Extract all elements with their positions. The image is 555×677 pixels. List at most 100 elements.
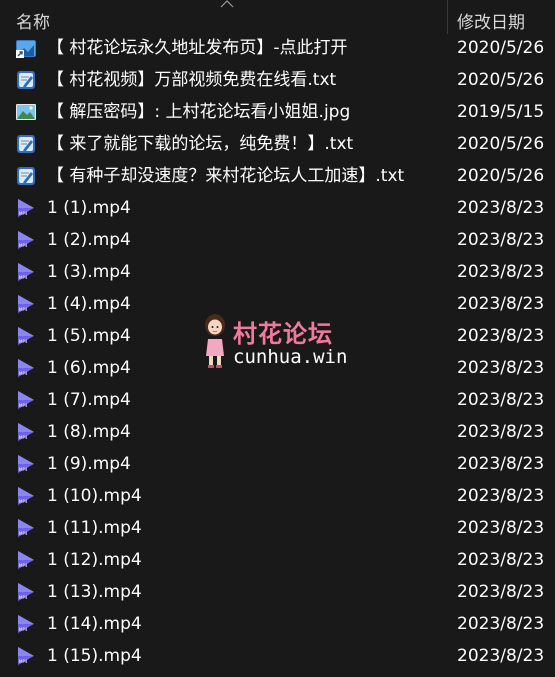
file-modified-date: 2020/5/26 bbox=[457, 134, 545, 154]
file-row[interactable]: MP4 1 (3).mp4 2023/8/23 bbox=[0, 256, 555, 288]
column-header-bar: 名称 修改日期 bbox=[0, 0, 555, 34]
file-row[interactable]: MP4 1 (15).mp4 2023/8/23 bbox=[0, 640, 555, 672]
file-modified-date: 2023/8/23 bbox=[457, 422, 545, 442]
file-modified-date: 2023/8/23 bbox=[457, 390, 545, 410]
file-modified-date: 2023/8/23 bbox=[457, 550, 545, 570]
file-modified-date: 2023/8/23 bbox=[457, 230, 545, 250]
file-name: 1 (9).mp4 bbox=[47, 454, 131, 474]
svg-text:MP4: MP4 bbox=[19, 467, 28, 472]
file-modified-date: 2023/8/23 bbox=[457, 294, 545, 314]
file-row[interactable]: MP4 1 (13).mp4 2023/8/23 bbox=[0, 576, 555, 608]
file-modified-date: 2023/8/23 bbox=[457, 454, 545, 474]
video-file-icon: MP4 bbox=[15, 485, 37, 507]
file-name: 1 (1).mp4 bbox=[47, 198, 131, 218]
file-row[interactable]: 【 有种子却没速度？来村花论坛人工加速】.txt 2020/5/26 bbox=[0, 160, 555, 192]
file-modified-date: 2019/5/15 bbox=[457, 102, 545, 122]
file-name: 1 (5).mp4 bbox=[47, 326, 131, 346]
video-file-icon: MP4 bbox=[15, 421, 37, 443]
svg-text:MP4: MP4 bbox=[19, 499, 28, 504]
site-watermark: 村花论坛 cunhua.win bbox=[200, 312, 370, 374]
file-row[interactable]: 【 来了就能下载的论坛，纯免费！】.txt 2020/5/26 bbox=[0, 128, 555, 160]
video-file-icon: MP4 bbox=[15, 197, 37, 219]
file-name: 1 (14).mp4 bbox=[47, 614, 142, 634]
file-name: 1 (6).mp4 bbox=[47, 358, 131, 378]
file-name: 1 (4).mp4 bbox=[47, 294, 131, 314]
file-row[interactable]: MP4 1 (2).mp4 2023/8/23 bbox=[0, 224, 555, 256]
image-file-icon bbox=[15, 101, 37, 123]
svg-text:MP4: MP4 bbox=[19, 531, 28, 536]
file-modified-date: 2023/8/23 bbox=[457, 358, 545, 378]
file-name: 【 村花视频】万部视频免费在线看.txt bbox=[47, 70, 337, 90]
watermark-title: 村花论坛 bbox=[233, 320, 333, 348]
file-row[interactable]: MP4 1 (8).mp4 2023/8/23 bbox=[0, 416, 555, 448]
file-name: 1 (10).mp4 bbox=[47, 486, 142, 506]
file-name: 【 村花论坛永久地址发布页】-点此打开 bbox=[47, 38, 348, 58]
video-file-icon: MP4 bbox=[15, 581, 37, 603]
video-file-icon: MP4 bbox=[15, 229, 37, 251]
file-name: 【 来了就能下载的论坛，纯免费！】.txt bbox=[47, 134, 354, 154]
date-modified-column-header[interactable]: 修改日期 bbox=[457, 8, 525, 33]
watermark-domain: cunhua.win bbox=[233, 346, 348, 368]
file-row[interactable]: MP4 1 (11).mp4 2023/8/23 bbox=[0, 512, 555, 544]
video-file-icon: MP4 bbox=[15, 645, 37, 667]
video-file-icon: MP4 bbox=[15, 357, 37, 379]
file-modified-date: 2020/5/26 bbox=[457, 166, 545, 186]
file-name: 1 (7).mp4 bbox=[47, 390, 131, 410]
file-modified-date: 2023/8/23 bbox=[457, 326, 545, 346]
file-modified-date: 2023/8/23 bbox=[457, 518, 545, 538]
file-modified-date: 2023/8/23 bbox=[457, 262, 545, 282]
file-row[interactable]: 【 村花论坛永久地址发布页】-点此打开 2020/5/26 bbox=[0, 32, 555, 64]
file-name: 1 (8).mp4 bbox=[47, 422, 131, 442]
video-file-icon: MP4 bbox=[15, 325, 37, 347]
file-modified-date: 2023/8/23 bbox=[457, 198, 545, 218]
video-file-icon: MP4 bbox=[15, 549, 37, 571]
column-divider[interactable] bbox=[447, 0, 448, 34]
svg-text:MP4: MP4 bbox=[19, 563, 28, 568]
svg-text:MP4: MP4 bbox=[19, 275, 28, 280]
file-modified-date: 2020/5/26 bbox=[457, 70, 545, 90]
video-file-icon: MP4 bbox=[15, 613, 37, 635]
svg-text:MP4: MP4 bbox=[19, 371, 28, 376]
svg-text:MP4: MP4 bbox=[19, 435, 28, 440]
file-modified-date: 2023/8/23 bbox=[457, 582, 545, 602]
file-name: 1 (15).mp4 bbox=[47, 646, 142, 666]
sort-ascending-icon bbox=[220, 0, 234, 8]
svg-text:MP4: MP4 bbox=[19, 627, 28, 632]
svg-text:MP4: MP4 bbox=[19, 659, 28, 664]
cartoon-girl-icon bbox=[205, 314, 225, 368]
svg-text:MP4: MP4 bbox=[19, 243, 28, 248]
file-row[interactable]: MP4 1 (10).mp4 2023/8/23 bbox=[0, 480, 555, 512]
file-row[interactable]: 【 解压密码】: 上村花论坛看小姐姐.jpg 2019/5/15 bbox=[0, 96, 555, 128]
text-file-icon bbox=[15, 133, 37, 155]
svg-text:MP4: MP4 bbox=[19, 403, 28, 408]
svg-text:MP4: MP4 bbox=[19, 307, 28, 312]
file-modified-date: 2023/8/23 bbox=[457, 614, 545, 634]
file-row[interactable]: MP4 1 (14).mp4 2023/8/23 bbox=[0, 608, 555, 640]
name-column-header[interactable]: 名称 bbox=[16, 8, 50, 33]
file-name: 【 解压密码】: 上村花论坛看小姐姐.jpg bbox=[47, 102, 351, 122]
url-shortcut-icon bbox=[15, 37, 37, 59]
file-name: 1 (12).mp4 bbox=[47, 550, 142, 570]
file-name: 【 有种子却没速度？来村花论坛人工加速】.txt bbox=[47, 166, 405, 186]
video-file-icon: MP4 bbox=[15, 453, 37, 475]
svg-text:MP4: MP4 bbox=[19, 595, 28, 600]
file-modified-date: 2023/8/23 bbox=[457, 486, 545, 506]
video-file-icon: MP4 bbox=[15, 389, 37, 411]
text-file-icon bbox=[15, 165, 37, 187]
file-modified-date: 2023/8/23 bbox=[457, 646, 545, 666]
text-file-icon bbox=[15, 69, 37, 91]
file-row[interactable]: MP4 1 (1).mp4 2023/8/23 bbox=[0, 192, 555, 224]
file-name: 1 (11).mp4 bbox=[47, 518, 142, 538]
file-name: 1 (13).mp4 bbox=[47, 582, 142, 602]
file-modified-date: 2020/5/26 bbox=[457, 38, 545, 58]
video-file-icon: MP4 bbox=[15, 517, 37, 539]
file-row[interactable]: 【 村花视频】万部视频免费在线看.txt 2020/5/26 bbox=[0, 64, 555, 96]
file-row[interactable]: MP4 1 (12).mp4 2023/8/23 bbox=[0, 544, 555, 576]
file-row[interactable]: MP4 1 (9).mp4 2023/8/23 bbox=[0, 448, 555, 480]
svg-text:MP4: MP4 bbox=[19, 339, 28, 344]
file-row[interactable]: MP4 1 (7).mp4 2023/8/23 bbox=[0, 384, 555, 416]
file-name: 1 (2).mp4 bbox=[47, 230, 131, 250]
file-name: 1 (3).mp4 bbox=[47, 262, 131, 282]
video-file-icon: MP4 bbox=[15, 261, 37, 283]
svg-text:MP4: MP4 bbox=[19, 211, 28, 216]
